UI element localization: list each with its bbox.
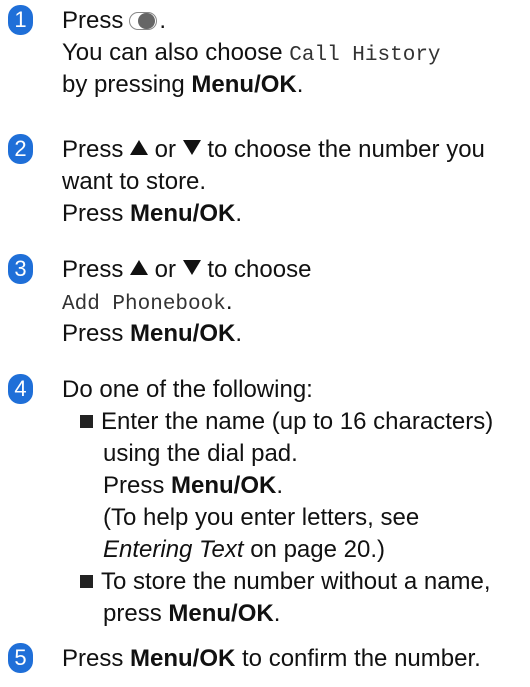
step-number: 2 <box>8 134 33 164</box>
step-number: 1 <box>8 5 33 35</box>
bullet-square-icon <box>80 415 93 428</box>
bullet-square-icon <box>80 575 93 588</box>
key-name: Menu/OK <box>191 71 297 98</box>
up-arrow-icon <box>130 260 149 275</box>
down-arrow-icon <box>182 140 201 155</box>
bullet-item: To store the number without a name, pres… <box>80 566 491 630</box>
step-number: 4 <box>8 374 33 404</box>
bullet-item: Enter the name (up to 16 characters) usi… <box>80 406 493 566</box>
step-intro: Do one of the following: <box>62 376 313 403</box>
call-key-icon <box>129 11 159 31</box>
step-body: Press or to choose Add Phonebook. Press … <box>62 256 312 347</box>
key-name: Menu/OK <box>130 320 236 347</box>
cross-reference-link[interactable]: Entering Text <box>103 536 244 563</box>
up-arrow-icon <box>130 140 149 155</box>
menu-option: Add Phonebook <box>62 293 226 316</box>
down-arrow-icon <box>182 260 201 275</box>
step-number: 5 <box>8 643 33 673</box>
step-body: Do one of the following: <box>62 374 313 406</box>
key-name: Menu/OK <box>168 600 274 627</box>
key-name: Menu/OK <box>130 200 236 227</box>
step-body: Press or to choose the number you want t… <box>62 136 485 227</box>
menu-option: Call History <box>289 44 441 67</box>
step-body: Press. You can also choose Call History … <box>62 7 441 98</box>
step-body: Press Menu/OK to confirm the number. <box>62 645 481 672</box>
key-name: Menu/OK <box>171 472 277 499</box>
step-number: 3 <box>8 254 33 284</box>
key-name: Menu/OK <box>130 645 236 672</box>
